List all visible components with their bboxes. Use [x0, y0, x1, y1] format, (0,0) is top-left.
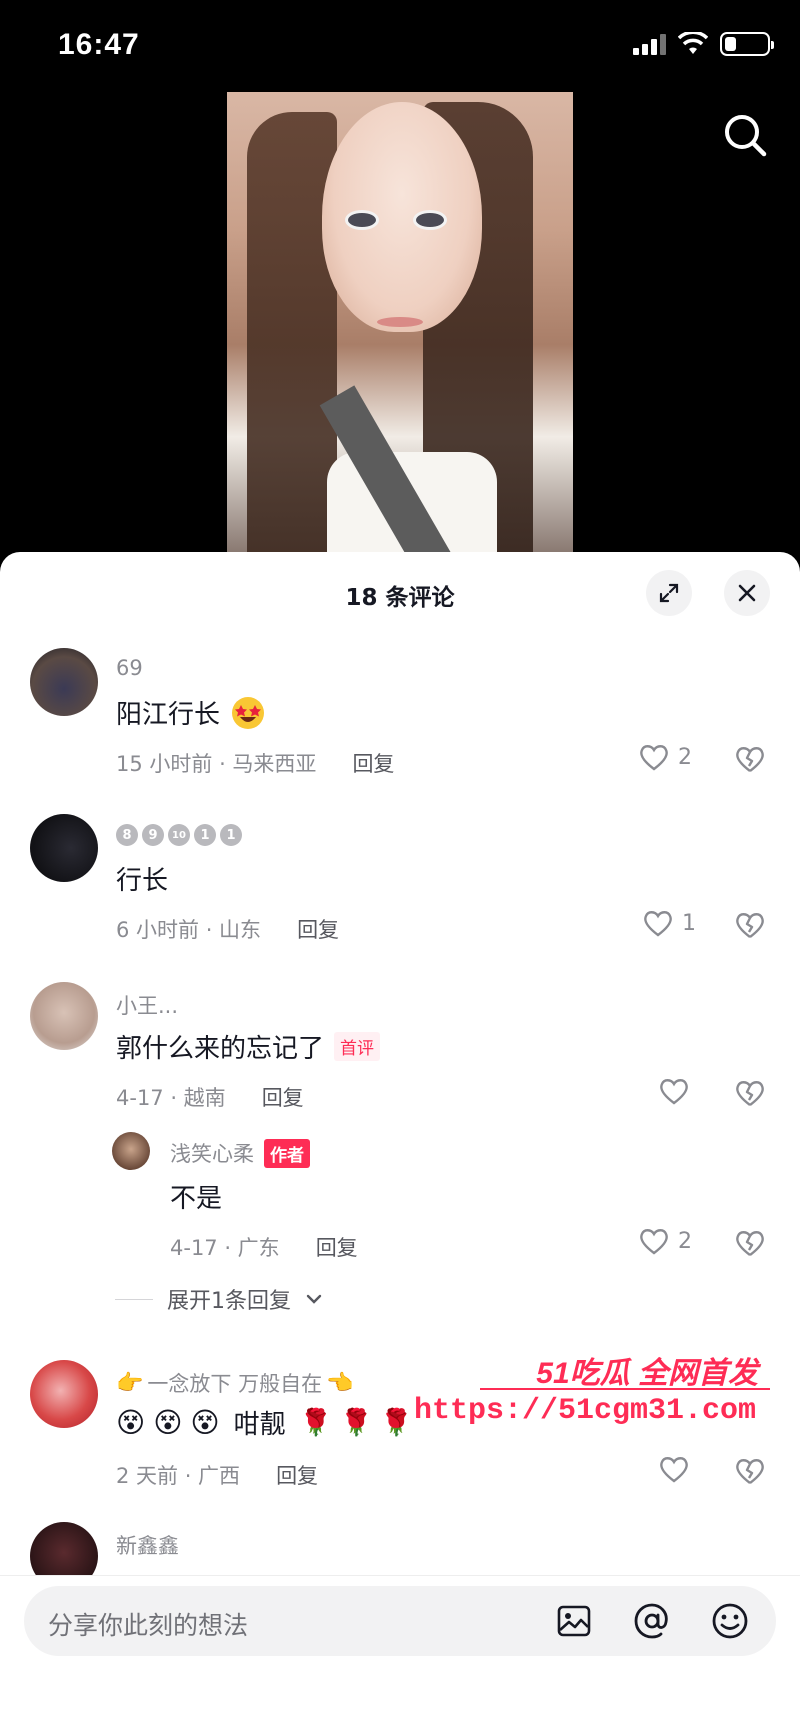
comment-input[interactable]: 分享你此刻的想法	[24, 1586, 776, 1656]
reply-button[interactable]: 回复	[352, 748, 394, 778]
comment-time-location: 15 小时前 · 马来西亚	[116, 752, 317, 776]
close-icon	[738, 584, 756, 602]
avatar[interactable]	[30, 648, 98, 716]
expand-replies-label: 展开1条回复	[167, 1289, 291, 1314]
status-bar: 16:47	[0, 0, 800, 90]
heart-icon	[640, 1229, 668, 1255]
comment-username[interactable]: 小王...	[116, 990, 178, 1020]
pointing-left-emoji-icon: 👈	[326, 1370, 354, 1396]
comment-text: 阳江行长	[116, 694, 266, 731]
image-icon	[557, 1605, 591, 1637]
comment-time-location: 6 小时前 · 山东	[116, 918, 262, 942]
dislike-button[interactable]	[734, 910, 766, 944]
chevron-down-icon	[306, 1294, 322, 1304]
like-button[interactable]	[658, 1076, 690, 1106]
wifi-icon	[678, 32, 708, 54]
reply-time-location: 4-17 · 广东	[170, 1236, 280, 1260]
broken-heart-icon	[736, 1459, 764, 1484]
dislike-button[interactable]	[734, 1228, 766, 1262]
emoji-button[interactable]	[710, 1601, 750, 1641]
comment-time-location: 4-17 · 越南	[116, 1086, 226, 1110]
comment-text: 行长	[116, 866, 169, 896]
close-button[interactable]	[724, 570, 770, 616]
mention-button[interactable]	[632, 1601, 672, 1641]
like-button[interactable]: 2	[638, 1226, 692, 1256]
dislike-button[interactable]	[734, 1456, 766, 1490]
comment-text: 郭什么来的忘记了 首评	[116, 1028, 381, 1065]
rose-emoji-icon: 🌹	[340, 1407, 373, 1438]
image-button[interactable]	[554, 1601, 594, 1641]
user-badges[interactable]: 8 9 10 1 1	[116, 824, 242, 846]
expand-replies-button[interactable]: 展开1条回复	[115, 1283, 323, 1315]
like-count: 1	[682, 910, 696, 936]
pointing-right-emoji-icon: 👉	[116, 1370, 144, 1396]
rose-emoji-icon: 🌹	[380, 1407, 413, 1438]
heart-icon	[660, 1457, 688, 1483]
rose-emoji-icon: 🌹	[299, 1407, 332, 1438]
avatar[interactable]	[30, 1360, 98, 1428]
heart-icon	[640, 745, 668, 771]
emoji-icon	[712, 1603, 748, 1639]
shocked-emoji-icon: 😵	[190, 1406, 220, 1439]
author-tag: 作者	[264, 1138, 310, 1168]
status-icons	[633, 32, 774, 56]
avatar[interactable]	[30, 814, 98, 882]
comment-item: 小王... 郭什么来的忘记了 首评 4-17 · 越南 回复	[0, 982, 800, 1122]
reply-meta: 4-17 · 广东 回复	[170, 1232, 358, 1262]
shocked-emoji-icon: 😵	[116, 1406, 146, 1439]
search-icon	[725, 115, 767, 157]
comment-meta: 4-17 · 越南 回复	[116, 1082, 304, 1112]
reply-text: 不是	[170, 1184, 223, 1214]
like-button[interactable]: 2	[638, 742, 692, 772]
avatar[interactable]	[30, 982, 98, 1050]
reply-username-row: 浅笑心柔 作者	[170, 1138, 310, 1168]
comment-meta: 15 小时前 · 马来西亚 回复	[116, 748, 394, 778]
comment-meta: 6 小时前 · 山东 回复	[116, 914, 339, 944]
reply-button[interactable]: 回复	[297, 914, 339, 944]
heart-icon	[644, 911, 672, 937]
comment-text: 😵 😵 😵 咁靓 🌹 🌹 🌹	[116, 1406, 413, 1440]
search-button[interactable]	[718, 108, 774, 164]
comment-username[interactable]: 一念放下 万般自在	[147, 1368, 322, 1398]
comment-input-placeholder: 分享你此刻的想法	[48, 1611, 249, 1640]
dislike-button[interactable]	[734, 1078, 766, 1112]
comment-item: 👉 一念放下 万般自在 👈 😵 😵 😵 咁靓 🌹 🌹 🌹 2 天前 · 广西 回…	[0, 1360, 800, 1500]
broken-heart-icon	[736, 913, 764, 938]
reply-button[interactable]: 回复	[316, 1232, 358, 1262]
status-time: 16:47	[58, 28, 140, 61]
comment-username[interactable]: 新鑫鑫	[116, 1530, 179, 1560]
comment-meta: 2 天前 · 广西 回复	[116, 1460, 318, 1490]
reply-item: 浅笑心柔 作者 不是 4-17 · 广东 回复 2	[0, 1132, 800, 1262]
like-count: 2	[678, 1228, 692, 1254]
video-thumbnail[interactable]	[227, 92, 573, 552]
reply-username[interactable]: 浅笑心柔	[170, 1138, 254, 1168]
signal-icon	[633, 33, 666, 55]
comment-username-row: 👉 一念放下 万般自在 👈	[116, 1368, 354, 1398]
broken-heart-icon	[736, 747, 764, 772]
like-button[interactable]: 1	[642, 908, 696, 938]
comment-item: 新鑫鑫	[0, 1522, 800, 1590]
reply-button[interactable]: 回复	[262, 1082, 304, 1112]
like-count: 2	[678, 744, 692, 770]
comment-input-bar: 分享你此刻的想法	[0, 1575, 800, 1733]
first-comment-tag: 首评	[334, 1032, 381, 1061]
dislike-button[interactable]	[734, 744, 766, 778]
comment-username[interactable]: 69	[116, 656, 143, 680]
comment-item: 8 9 10 1 1 行长 6 小时前 · 山东 回复 1	[0, 814, 800, 954]
broken-heart-icon	[736, 1231, 764, 1256]
expand-button[interactable]	[646, 570, 692, 616]
shocked-emoji-icon: 😵	[153, 1406, 183, 1439]
heart-icon	[660, 1079, 688, 1105]
like-button[interactable]	[658, 1454, 690, 1484]
at-icon	[634, 1603, 668, 1639]
avatar[interactable]	[112, 1132, 150, 1170]
star-struck-emoji-icon	[232, 696, 265, 729]
battery-icon	[720, 32, 774, 56]
broken-heart-icon	[736, 1081, 764, 1106]
comment-item: 69 阳江行长 15 小时前 · 马来西亚 回复 2	[0, 648, 800, 788]
expand-icon	[659, 583, 679, 603]
sheet-header: 18 条评论	[0, 552, 800, 632]
comment-time-location: 2 天前 · 广西	[116, 1464, 241, 1488]
reply-button[interactable]: 回复	[276, 1460, 318, 1490]
